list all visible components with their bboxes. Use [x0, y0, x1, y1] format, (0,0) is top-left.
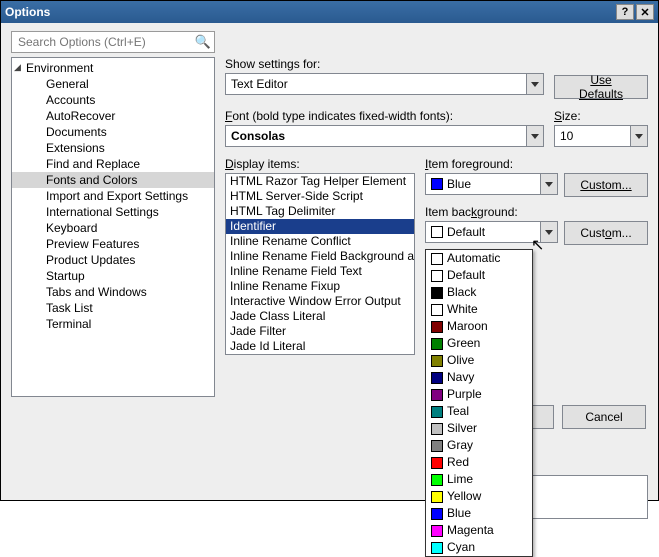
tree-item[interactable]: Extensions	[12, 140, 214, 156]
tree-item[interactable]: General	[12, 76, 214, 92]
item-fg-label: Item foreground:	[425, 157, 648, 171]
color-option[interactable]: Navy	[426, 369, 532, 386]
color-option[interactable]: Gray	[426, 437, 532, 454]
dialog-title: Options	[5, 5, 50, 19]
color-option[interactable]: Black	[426, 284, 532, 301]
chevron-down-icon	[526, 126, 543, 146]
color-option[interactable]: Green	[426, 335, 532, 352]
list-item[interactable]: Inline Rename Fixup	[226, 279, 414, 294]
tree-item[interactable]: Product Updates	[12, 252, 214, 268]
font-label: Font (bold type indicates fixed-width fo…	[225, 109, 544, 123]
bg-custom-button[interactable]: Custom...	[564, 221, 648, 245]
item-bg-label: Item background:	[425, 205, 648, 219]
category-tree[interactable]: EnvironmentGeneralAccountsAutoRecoverDoc…	[11, 57, 215, 397]
item-fg-combo[interactable]: Blue	[425, 173, 558, 195]
tree-item[interactable]: Documents	[12, 124, 214, 140]
list-item[interactable]: Inline Rename Field Text	[226, 264, 414, 279]
chevron-down-icon	[540, 222, 557, 242]
color-option[interactable]: Maroon	[426, 318, 532, 335]
item-bg-combo[interactable]: Default	[425, 221, 558, 243]
list-item[interactable]: HTML Tag Delimiter	[226, 204, 414, 219]
tree-item[interactable]: Import and Export Settings	[12, 188, 214, 204]
color-option[interactable]: Automatic	[426, 250, 532, 267]
list-item[interactable]: Identifier	[226, 219, 414, 234]
chevron-down-icon	[526, 74, 543, 94]
color-option[interactable]: Olive	[426, 352, 532, 369]
tree-item[interactable]: Accounts	[12, 92, 214, 108]
color-option[interactable]: Cyan	[426, 539, 532, 556]
use-defaults-button[interactable]: Use Defaults	[554, 75, 648, 99]
options-dialog: Options ? ✕ 🔍 EnvironmentGeneralAccounts…	[0, 0, 659, 501]
color-option[interactable]: Default	[426, 267, 532, 284]
search-input[interactable]	[11, 31, 215, 53]
search-box[interactable]: 🔍	[11, 31, 215, 53]
search-icon: 🔍	[195, 34, 211, 50]
display-items-label: Display items:	[225, 157, 415, 171]
color-option[interactable]: Blue	[426, 505, 532, 522]
color-option[interactable]: Magenta	[426, 522, 532, 539]
tree-item[interactable]: Terminal	[12, 316, 214, 332]
color-option[interactable]: White	[426, 301, 532, 318]
chevron-down-icon	[630, 126, 647, 146]
tree-item[interactable]: Preview Features	[12, 236, 214, 252]
list-item[interactable]: HTML Razor Tag Helper Element	[226, 174, 414, 189]
tree-item[interactable]: Startup	[12, 268, 214, 284]
chevron-down-icon	[540, 174, 557, 194]
color-option[interactable]: Red	[426, 454, 532, 471]
tree-item[interactable]: Task List	[12, 300, 214, 316]
list-item[interactable]: Jade Class Literal	[226, 309, 414, 324]
show-settings-label: Show settings for:	[225, 57, 544, 71]
help-button[interactable]: ?	[616, 4, 634, 20]
list-item[interactable]: Jade Filter	[226, 324, 414, 339]
color-option[interactable]: Teal	[426, 403, 532, 420]
list-item[interactable]: HTML Server-Side Script	[226, 189, 414, 204]
titlebar: Options ? ✕	[1, 1, 658, 23]
tree-item[interactable]: Tabs and Windows	[12, 284, 214, 300]
list-item[interactable]: Jade Id Literal	[226, 339, 414, 354]
color-dropdown[interactable]: AutomaticDefaultBlackWhiteMaroonGreenOli…	[425, 249, 533, 557]
list-item[interactable]: Interactive Window Error Output	[226, 294, 414, 309]
font-combo[interactable]: Consolas	[225, 125, 544, 147]
color-option[interactable]: Purple	[426, 386, 532, 403]
size-label: Size:	[554, 109, 648, 123]
close-button[interactable]: ✕	[636, 4, 654, 20]
show-settings-combo[interactable]: Text Editor	[225, 73, 544, 95]
color-option[interactable]: Silver	[426, 420, 532, 437]
tree-root[interactable]: Environment	[12, 60, 214, 76]
color-option[interactable]: Lime	[426, 471, 532, 488]
color-option[interactable]: Yellow	[426, 488, 532, 505]
tree-item[interactable]: Find and Replace	[12, 156, 214, 172]
tree-item[interactable]: Keyboard	[12, 220, 214, 236]
fg-custom-button[interactable]: Custom...	[564, 173, 648, 197]
tree-item[interactable]: AutoRecover	[12, 108, 214, 124]
size-combo[interactable]: 10	[554, 125, 648, 147]
list-item[interactable]: Inline Rename Conflict	[226, 234, 414, 249]
tree-item[interactable]: International Settings	[12, 204, 214, 220]
display-items-list[interactable]: HTML Razor Tag Helper ElementHTML Server…	[225, 173, 415, 355]
list-item[interactable]: Inline Rename Field Background and …	[226, 249, 414, 264]
tree-item[interactable]: Fonts and Colors	[12, 172, 214, 188]
